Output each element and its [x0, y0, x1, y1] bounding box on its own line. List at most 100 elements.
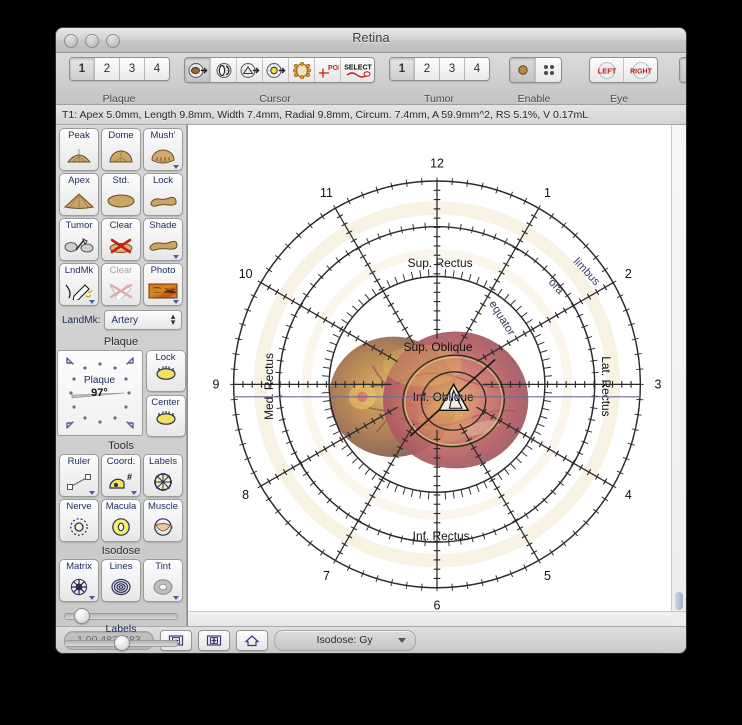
peak-button[interactable]: Peak [59, 128, 99, 171]
ruler-menu-arrow-icon[interactable] [89, 491, 95, 495]
labels-button[interactable]: Labels [143, 454, 183, 497]
matrix-menu-arrow-icon[interactable] [89, 596, 95, 600]
apex-cone-icon [60, 186, 98, 215]
plaque-lock-icon [153, 363, 179, 386]
standard-oval-icon [102, 186, 140, 215]
plaque-dial-angle: 97° [91, 387, 108, 399]
photo-button[interactable]: Photo [143, 263, 183, 306]
eye-right-option[interactable]: RIGHT [624, 58, 657, 82]
isodose-opacity-slider[interactable] [64, 608, 178, 624]
lines-icon [102, 572, 140, 601]
nerve-button[interactable]: Nerve [59, 499, 99, 542]
clock-label-9: 9 [213, 378, 220, 392]
cursor-center-icon[interactable] [263, 58, 289, 82]
plaque-lock-button[interactable]: Lock [145, 350, 186, 392]
cursor-tool-bar[interactable]: POI SELECT [184, 57, 375, 83]
tumor-seg-4[interactable]: 4 [465, 58, 489, 80]
mushroom-menu-arrow-icon[interactable] [173, 165, 179, 169]
tumor-segmented-control[interactable]: 1 2 3 4 [389, 57, 490, 81]
dome-button[interactable]: Dome [101, 128, 141, 171]
isodose-unit-value: Isodose: Gy [316, 634, 373, 646]
plaque-seg-3[interactable]: 3 [120, 58, 145, 80]
landmark-menu-arrow-icon[interactable] [89, 300, 95, 304]
muscle-button[interactable]: Muscle [143, 499, 183, 542]
retina-polar-chart[interactable]: 121234567891011 limbus ora equator Sup. … [188, 125, 686, 633]
landmark-row: LandMk: Artery ▲ ▼ [56, 308, 186, 333]
labels-slider[interactable] [64, 635, 178, 651]
cursor-apex-icon[interactable] [237, 58, 263, 82]
canvas-horizontal-scrollbar[interactable] [188, 611, 686, 626]
tumor-seg-2[interactable]: 2 [415, 58, 440, 80]
coord-button[interactable]: Coord. # [101, 454, 141, 497]
toolbar-group-eye: LEFT RIGHT Eye [581, 57, 658, 105]
cursor-move-icon[interactable] [185, 58, 211, 82]
single-dot-icon[interactable] [510, 58, 536, 82]
shade-button[interactable]: Shade [143, 218, 183, 261]
plaque-seg-2[interactable]: 2 [95, 58, 120, 80]
macula-button[interactable]: Macula [101, 499, 141, 542]
tint-button[interactable]: Tint [143, 559, 183, 602]
tumor-info-bar: T1: Apex 5.0mm, Length 9.8mm, Width 7.4m… [56, 105, 686, 125]
clock-label-8: 8 [242, 488, 249, 502]
isodose-unit-popup[interactable]: Isodose: Gy [273, 629, 416, 651]
cursor-rotate-icon[interactable] [211, 58, 237, 82]
mushroom-button[interactable]: Mush' [143, 128, 183, 171]
retina-canvas[interactable]: 12 1 2 3 4 5 6 7 8 9 10 11 limbus ora equator [187, 125, 686, 626]
layout-selector[interactable] [679, 57, 686, 83]
eye-selector[interactable]: LEFT RIGHT [589, 57, 658, 83]
isodose-button-grid: Matrix Lines Tint [56, 559, 186, 602]
single-pane-icon[interactable] [680, 58, 686, 82]
clear-shape-button[interactable]: Clear [101, 218, 141, 261]
tumor-seg-1[interactable]: 1 [390, 58, 415, 80]
svg-text:SELECT: SELECT [344, 64, 372, 71]
labels-slider-wrap [56, 635, 186, 651]
clock-label-1: 1 [544, 186, 551, 200]
labels-label: Labels [149, 456, 177, 467]
vertical-scroll-thumb[interactable] [675, 592, 683, 610]
eye-left-option[interactable]: LEFT [590, 58, 624, 82]
plaque-seg-1[interactable]: 1 [70, 58, 95, 80]
ruler-button[interactable]: Ruler [59, 454, 99, 497]
canvas-vertical-scrollbar[interactable] [671, 125, 686, 612]
lines-label: Lines [109, 561, 133, 572]
enable-toggle-bar[interactable] [509, 57, 562, 83]
tumor-pick-button[interactable]: Tumor [59, 218, 99, 261]
poi-icon[interactable]: POI [315, 58, 341, 82]
lines-button[interactable]: Lines [101, 559, 141, 602]
shape-button-grid: Peak Dome Mush' Apex Std. Lock Tumor Cle… [56, 128, 186, 306]
label-med-rectus: Med. Rectus [262, 353, 276, 420]
svg-text:POI: POI [328, 65, 339, 72]
plaque-center-button[interactable]: Center [145, 395, 186, 437]
matrix-button[interactable]: Matrix [59, 559, 99, 602]
opacity-slider-knob[interactable] [74, 608, 90, 624]
ruler-label: Ruler [67, 456, 91, 467]
four-dots-icon[interactable] [536, 58, 561, 82]
matrix-label: Matrix [66, 561, 92, 572]
cursor-resize-icon[interactable] [289, 58, 315, 82]
landmark-button[interactable]: LndMk [59, 263, 99, 306]
clear-red-x-icon [102, 231, 140, 260]
landmark-popup[interactable]: Artery ▲ ▼ [104, 310, 182, 330]
apex-button[interactable]: Apex [59, 173, 99, 216]
tumor-seg-3[interactable]: 3 [440, 58, 465, 80]
photo-menu-arrow-icon[interactable] [173, 300, 179, 304]
plaque-segmented-control[interactable]: 1 2 3 4 [69, 57, 170, 81]
tint-menu-arrow-icon[interactable] [173, 596, 179, 600]
shade-menu-arrow-icon[interactable] [173, 255, 179, 259]
clear-landmark-button: Clear [101, 263, 141, 306]
peak-dome-icon [60, 141, 98, 170]
labels-slider-knob[interactable] [114, 635, 130, 651]
svg-text:LEFT: LEFT [597, 66, 616, 75]
lock-shape-button[interactable]: Lock [143, 173, 183, 216]
select-icon[interactable]: SELECT [341, 58, 374, 82]
lock-shape-icon [144, 186, 182, 215]
clock-label-5: 5 [544, 569, 551, 583]
plaque-seg-4[interactable]: 4 [145, 58, 169, 80]
window-title: Retina [352, 31, 390, 45]
coord-menu-arrow-icon[interactable] [131, 491, 137, 495]
toolbar-group-cursor: POI SELECT Cursor [184, 57, 375, 105]
standard-button[interactable]: Std. [101, 173, 141, 216]
toolbar-group-enable: Enable [499, 57, 569, 105]
plaque-rotation-dial[interactable]: Plaque 97° [56, 350, 143, 436]
dome-label: Dome [108, 130, 134, 141]
